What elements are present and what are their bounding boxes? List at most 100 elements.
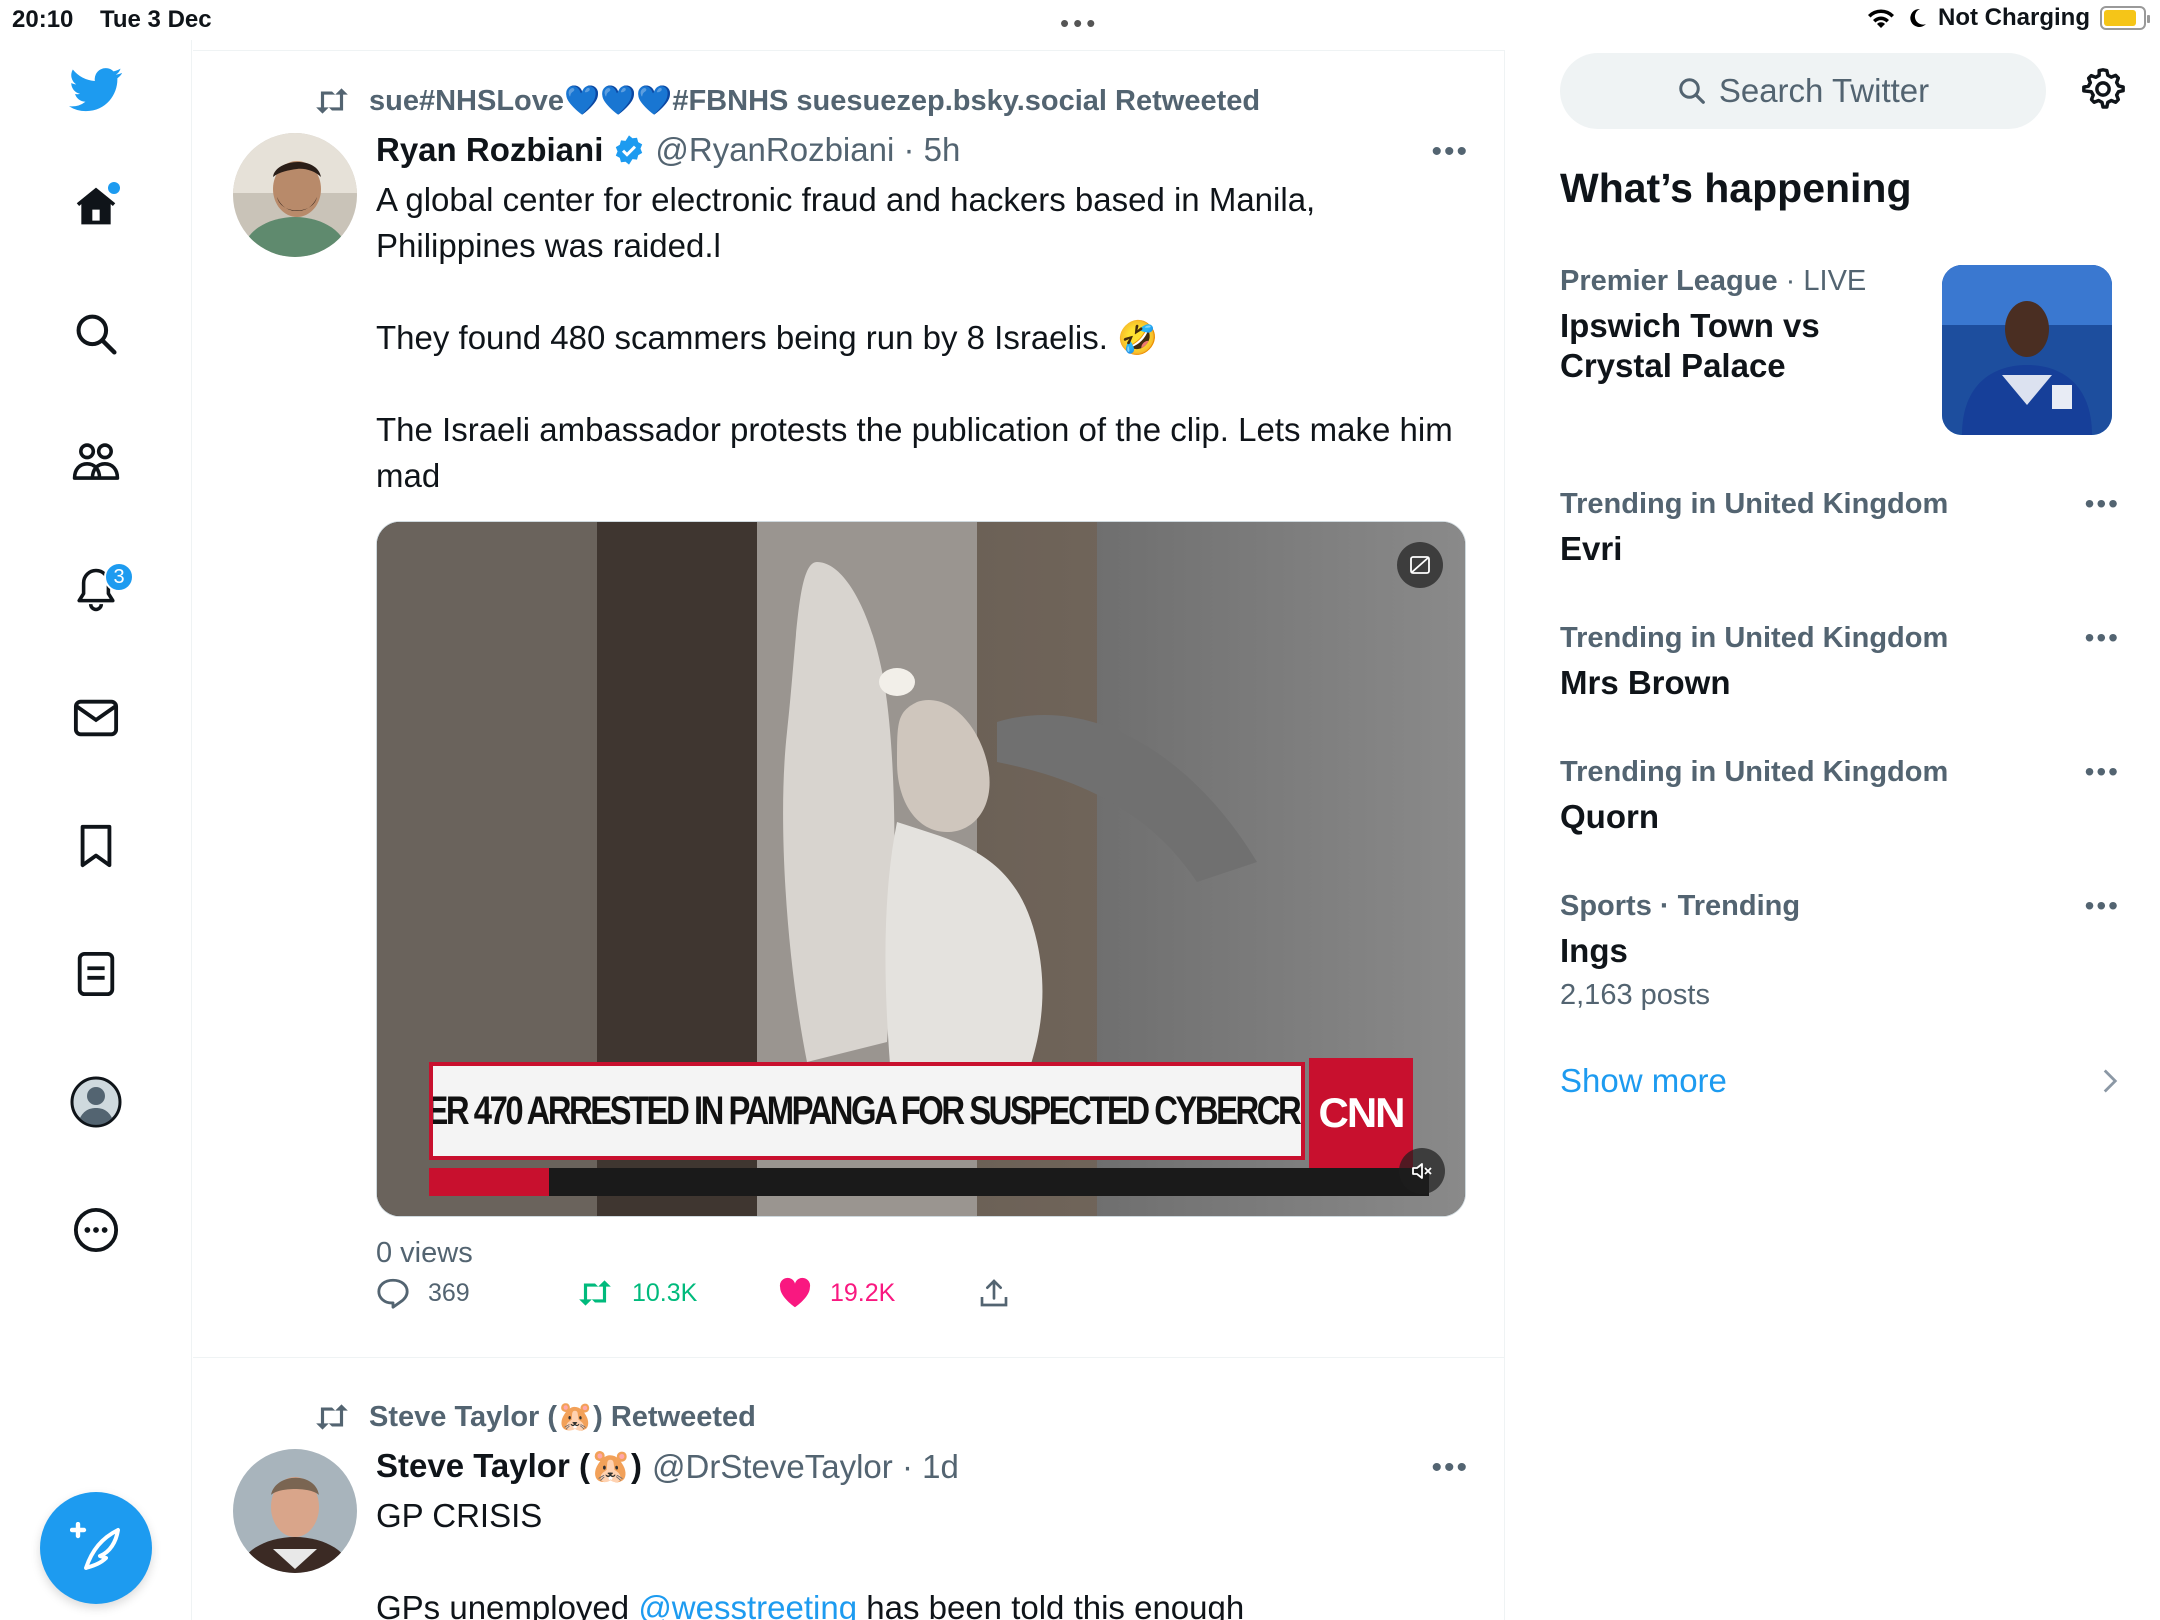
timeline: sue#NHSLove💙💙💙#FBNHS suesuezep.bsky.soci… (193, 50, 1505, 1620)
trend-context: Trending in United Kingdom (1560, 622, 1949, 654)
tweet-paragraph: GP CRISIS (376, 1497, 543, 1534)
more-icon[interactable] (64, 1198, 128, 1262)
retweet-context: sue#NHSLove💙💙💙#FBNHS suesuezep.bsky.soci… (313, 81, 1260, 121)
trend-item[interactable]: Trending in United Kingdom Evri ••• (1560, 488, 2120, 569)
view-count: 0 views (376, 1237, 473, 1269)
tweet-text: A global center for electronic fraud and… (376, 177, 1476, 499)
mention-link[interactable]: @wesstreeting (638, 1589, 857, 1620)
compose-tweet-button[interactable] (40, 1492, 152, 1604)
tweet-header: Steve Taylor (🐹) @DrSteveTaylor · 1d (376, 1447, 959, 1486)
profile-icon[interactable] (64, 1070, 128, 1134)
trend-title: Evri (1560, 530, 1623, 567)
verified-badge-icon (616, 135, 643, 165)
tweet-paragraph: They found 480 scammers being run by 8 I… (376, 319, 1159, 356)
wifi-icon (1868, 9, 1895, 28)
avatar[interactable] (233, 133, 357, 257)
trend-category: Premier League (1560, 265, 1778, 297)
text-fragment: has been told this enough (857, 1589, 1245, 1620)
trend-more-options-icon[interactable]: ••• (2085, 756, 2120, 788)
author-name[interactable]: Ryan Rozbiani (376, 131, 603, 169)
trend-title: Ipswich Town vs Crystal Palace (1560, 307, 1820, 384)
charging-status: Not Charging (1938, 4, 2090, 31)
tweet-divider (193, 1357, 1505, 1358)
status-date: Tue 3 Dec (100, 6, 212, 33)
tweet-actions: 369 10.3K 19.2K (376, 1277, 1010, 1309)
trend-more-options-icon[interactable]: ••• (2085, 622, 2120, 654)
bell-icon[interactable]: 3 (64, 558, 134, 622)
reply-button[interactable]: 369 (376, 1277, 576, 1309)
notifications-badge: 3 (104, 562, 134, 592)
like-count: 19.2K (830, 1278, 896, 1307)
chyron-text: OVER 470 ARRESTED IN PAMPANGA FOR SUSPEC… (429, 1088, 1305, 1133)
chevron-right-icon (2103, 1069, 2118, 1093)
reply-icon (377, 1278, 409, 1309)
trend-title: Quorn (1560, 798, 1659, 835)
trend-title: Ings (1560, 932, 1628, 969)
moon-icon (1910, 8, 1927, 27)
trend-item[interactable]: Trending in United Kingdom Quorn ••• (1560, 756, 2120, 837)
live-label: · LIVE (1777, 265, 1867, 297)
trend-context: Trending in United Kingdom (1560, 756, 1949, 788)
trend-more-options-icon[interactable]: ••• (2085, 488, 2120, 520)
search-placeholder: Search Twitter (1718, 72, 1930, 109)
mail-icon[interactable] (64, 686, 128, 750)
show-more-label: Show more (1560, 1062, 1727, 1099)
trend-item[interactable]: Premier League · LIVE Ipswich Town vs Cr… (1560, 265, 1930, 386)
retweet-context: Steve Taylor (🐹) Retweeted (313, 1397, 756, 1437)
trend-context: Premier League · LIVE (1560, 265, 1930, 298)
trend-context: Trending in United Kingdom (1560, 488, 1949, 520)
tweet-paragraph: A global center for electronic fraud and… (376, 181, 1316, 264)
retweet-icon (579, 1280, 611, 1306)
whats-happening-title: What’s happening (1560, 165, 1912, 211)
search-icon[interactable] (64, 302, 128, 366)
tweet-paragraph: GPs unemployed @wesstreeting has been to… (376, 1585, 1476, 1620)
video-chyron: OVER 470 ARRESTED IN PAMPANGA FOR SUSPEC… (429, 1062, 1305, 1160)
text-fragment: GPs unemployed (376, 1589, 639, 1620)
trend-title: Mrs Brown (1560, 664, 1731, 701)
home-new-dot (108, 182, 120, 194)
lists-icon[interactable] (64, 942, 128, 1006)
author-handle[interactable]: @RyanRozbiani · 5h (655, 131, 960, 169)
feather-plus-icon (70, 1522, 120, 1570)
multitasking-dots-icon[interactable]: ••• (1060, 8, 1099, 39)
mute-icon[interactable] (1399, 1148, 1445, 1194)
trend-thumbnail[interactable] (1942, 265, 2112, 435)
author-name[interactable]: Steve Taylor (🐹) (376, 1447, 642, 1486)
communities-icon[interactable] (64, 430, 128, 494)
search-input[interactable]: Search Twitter (1560, 53, 2046, 129)
bookmark-icon[interactable] (64, 814, 128, 878)
trend-post-count: 2,163 posts (1560, 979, 1710, 1011)
tweet-video[interactable]: OVER 470 ARRESTED IN PAMPANGA FOR SUSPEC… (376, 521, 1466, 1217)
retweet-count: 10.3K (632, 1278, 698, 1307)
retweet-icon (316, 1404, 348, 1430)
trend-item[interactable]: Sports · Trending Ings 2,163 posts ••• (1560, 890, 2120, 1012)
tweet-text: GP CRISIS GPs unemployed @wesstreeting h… (376, 1493, 1476, 1620)
tweet-more-options-icon[interactable]: ••• (1431, 135, 1469, 169)
author-handle[interactable]: @DrSteveTaylor · 1d (652, 1448, 959, 1486)
tweet-more-options-icon[interactable]: ••• (1431, 1451, 1469, 1485)
retweeted-by-text: Steve Taylor (🐹) Retweeted (369, 1401, 756, 1433)
cnn-logo: CNN (1309, 1058, 1413, 1168)
trend-context: Sports · Trending (1560, 890, 1801, 922)
status-time: 20:10 (12, 6, 74, 33)
battery-level (2104, 10, 2137, 26)
tweet-paragraph: The Israeli ambassador protests the publ… (376, 411, 1453, 494)
status-right: Not Charging (1866, 4, 2150, 32)
twitter-logo-icon[interactable] (64, 58, 128, 122)
gear-icon[interactable] (2080, 66, 2126, 117)
trend-item[interactable]: Trending in United Kingdom Mrs Brown ••• (1560, 622, 2120, 703)
retweet-button[interactable]: 10.3K (576, 1278, 778, 1308)
content-warning-icon[interactable] (1397, 542, 1443, 588)
trend-more-options-icon[interactable]: ••• (2085, 890, 2120, 922)
share-button[interactable] (978, 1277, 1010, 1309)
home-icon[interactable] (64, 174, 128, 238)
tweet-header: Ryan Rozbiani @RyanRozbiani · 5h (376, 131, 960, 169)
reply-count: 369 (428, 1278, 470, 1307)
news-ticker-label (429, 1168, 549, 1196)
sidebar-nav: 3 (0, 40, 192, 1620)
show-more-link[interactable]: Show more (1560, 1062, 2120, 1100)
battery-icon (2100, 6, 2150, 30)
avatar[interactable] (233, 1449, 357, 1573)
retweeted-by-text: sue#NHSLove💙💙💙#FBNHS suesuezep.bsky.soci… (369, 85, 1261, 117)
like-button[interactable]: 19.2K (778, 1277, 978, 1309)
